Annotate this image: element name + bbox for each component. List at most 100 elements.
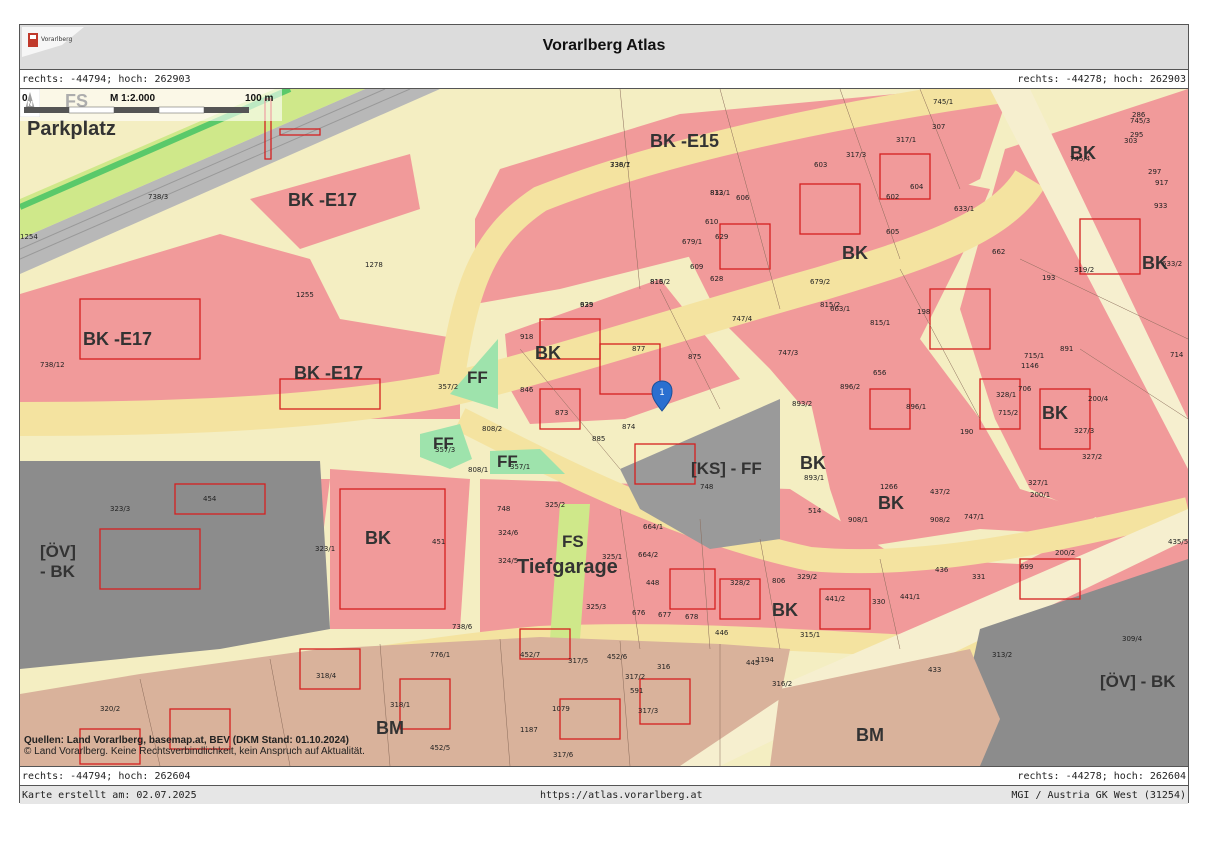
zone-label-bk-e15: BK -E15 — [650, 131, 719, 151]
parcel-number: 591 — [630, 687, 643, 695]
parcel-number: 433 — [928, 666, 941, 674]
parcel-number: 896/1 — [906, 403, 926, 411]
parcel-number: 748 — [497, 505, 510, 513]
parcel-number: 893/1 — [804, 474, 824, 482]
parcel-number: 1255 — [296, 291, 314, 299]
parcel-number: 313/2 — [992, 651, 1012, 659]
parcel-number: 679/1 — [682, 238, 702, 246]
parcel-number: 445 — [746, 659, 759, 667]
parcel-number: 200/4 — [1088, 395, 1109, 403]
parcel-number: 190 — [960, 428, 973, 436]
zone-label-parkplatz: Parkplatz — [27, 118, 116, 140]
parcel-number: 633/1 — [954, 205, 974, 213]
parcel-number: 336/1 — [610, 161, 630, 169]
coord-bottom-right: rechts: -44278; hoch: 262604 — [1017, 771, 1186, 782]
zone-label-bk-8: BK — [365, 528, 391, 548]
parcel-number: 715/1 — [1024, 352, 1044, 360]
parcel-number: 676 — [632, 609, 646, 617]
parcel-number: 441/1 — [900, 593, 920, 601]
parcel-number: 1146 — [1021, 362, 1039, 370]
parcel-number: 325/1 — [602, 553, 622, 561]
parcel-number: 1278 — [365, 261, 383, 269]
parcel-number: 329/2 — [797, 573, 817, 581]
parcel-number: 662 — [992, 248, 1005, 256]
map-canvas[interactable]: FS Parkplatz BK -E15 BK -E17 BK -E17 BK … — [20, 89, 1188, 766]
parcel-number: 327/3 — [1074, 427, 1094, 435]
parcel-number: 846 — [520, 386, 534, 394]
parcel-number: 604 — [910, 183, 924, 191]
parcel-number: 908/2 — [930, 516, 950, 524]
parcel-number: 325/2 — [545, 501, 565, 509]
parcel-number: 747/4 — [732, 315, 753, 323]
parcel-number: 441/2 — [825, 595, 845, 603]
parcel-number: 896/2 — [840, 383, 860, 391]
zone-label-bk-e17-west: BK -E17 — [83, 329, 152, 349]
coord-bottom-left: rechts: -44794; hoch: 262604 — [22, 771, 191, 782]
parcel-number: 610 — [705, 218, 718, 226]
scale-end: 100 m — [245, 93, 273, 104]
parcel-number: 318/1 — [390, 701, 410, 709]
parcel-number: 446 — [715, 629, 729, 637]
parcel-number: 893/2 — [792, 400, 812, 408]
zone-label-bk-1: BK — [535, 343, 561, 363]
map-sources: Quellen: Land Vorarlberg, basemap.at, BE… — [24, 735, 365, 757]
zone-label-bk-9: BK — [772, 600, 798, 620]
parcel-number: 323/3 — [110, 505, 130, 513]
parcel-number: 193 — [1042, 274, 1055, 282]
parcel-number: 317/5 — [568, 657, 588, 665]
parcel-number: 323/1 — [315, 545, 335, 553]
zone-label-ov-bk: - BK — [40, 562, 76, 581]
parcel-number: 317/1 — [896, 136, 916, 144]
zone-label-bm-2: BM — [856, 725, 884, 745]
parcel-number: 514 — [808, 507, 822, 515]
parcel-number: 679/2 — [810, 278, 830, 286]
zone-label-bk-7: BK — [878, 493, 904, 513]
parcel-number: 317/3 — [846, 151, 866, 159]
parcel-number: 357/3 — [435, 446, 455, 454]
parcel-number: 706 — [1018, 385, 1032, 393]
coord-top-left: rechts: -44794; hoch: 262903 — [22, 74, 191, 85]
parcel-number: 603 — [814, 161, 827, 169]
parcel-number: 664/2 — [638, 551, 658, 559]
parcel-number: 198 — [917, 308, 930, 316]
parcel-number: 454 — [203, 495, 217, 503]
page-title: Vorarlberg Atlas — [542, 37, 666, 54]
zone-label-bk-e17-south: BK -E17 — [294, 363, 363, 383]
parcel-number: 677 — [658, 611, 671, 619]
scale-bar: 0 M 1:2.000 100 m — [20, 89, 282, 121]
parcel-number: 1254 — [20, 233, 38, 241]
parcel-number: 317/3 — [638, 707, 658, 715]
zone-label-ks-ff: [KS] - FF — [691, 459, 762, 478]
footer-url[interactable]: https://atlas.vorarlberg.at — [540, 790, 703, 801]
parcel-number: 745/1 — [933, 98, 953, 106]
parcel-number: 808/1 — [468, 466, 488, 474]
parcel-number: 738/12 — [40, 361, 65, 369]
zone-label-ov: [ÖV] — [40, 542, 76, 561]
parcel-number: 297 — [1148, 168, 1161, 176]
footer-projection: MGI / Austria GK West (31254) — [1011, 790, 1186, 801]
parcel-number: 435/5 — [1168, 538, 1188, 546]
parcel-number: 1266 — [880, 483, 898, 491]
sources-line-1: Quellen: Land Vorarlberg, basemap.at, BE… — [24, 735, 349, 746]
parcel-number: 357/1 — [510, 463, 530, 471]
parcel-number: 605 — [886, 228, 899, 236]
footer-created-date: Karte erstellt am: 02.07.2025 — [22, 790, 197, 801]
parcel-number: 316 — [657, 663, 671, 671]
parcel-number: 715/2 — [998, 409, 1018, 417]
parcel-number: 629 — [715, 233, 728, 241]
zone-label-bk-e17-north: BK -E17 — [288, 190, 357, 210]
parcel-number: 808/2 — [482, 425, 502, 433]
zone-label-bm-1: BM — [376, 718, 404, 738]
scale-start: 0 — [22, 93, 28, 104]
parcel-number: 678 — [685, 613, 698, 621]
parcel-number: 815/2 — [820, 301, 840, 309]
parcel-number: 1187 — [520, 726, 538, 734]
parcel-number: 628 — [710, 275, 723, 283]
map-svg: FS Parkplatz BK -E15 BK -E17 BK -E17 BK … — [20, 89, 1188, 766]
parcel-number: 315/1 — [800, 631, 820, 639]
parcel-number: 908/1 — [848, 516, 868, 524]
parcel-number: 609 — [690, 263, 703, 271]
parcel-number: 813/1 — [710, 189, 730, 197]
zone-label-bk-6: BK — [800, 453, 826, 473]
parcel-number: 806 — [772, 577, 786, 585]
